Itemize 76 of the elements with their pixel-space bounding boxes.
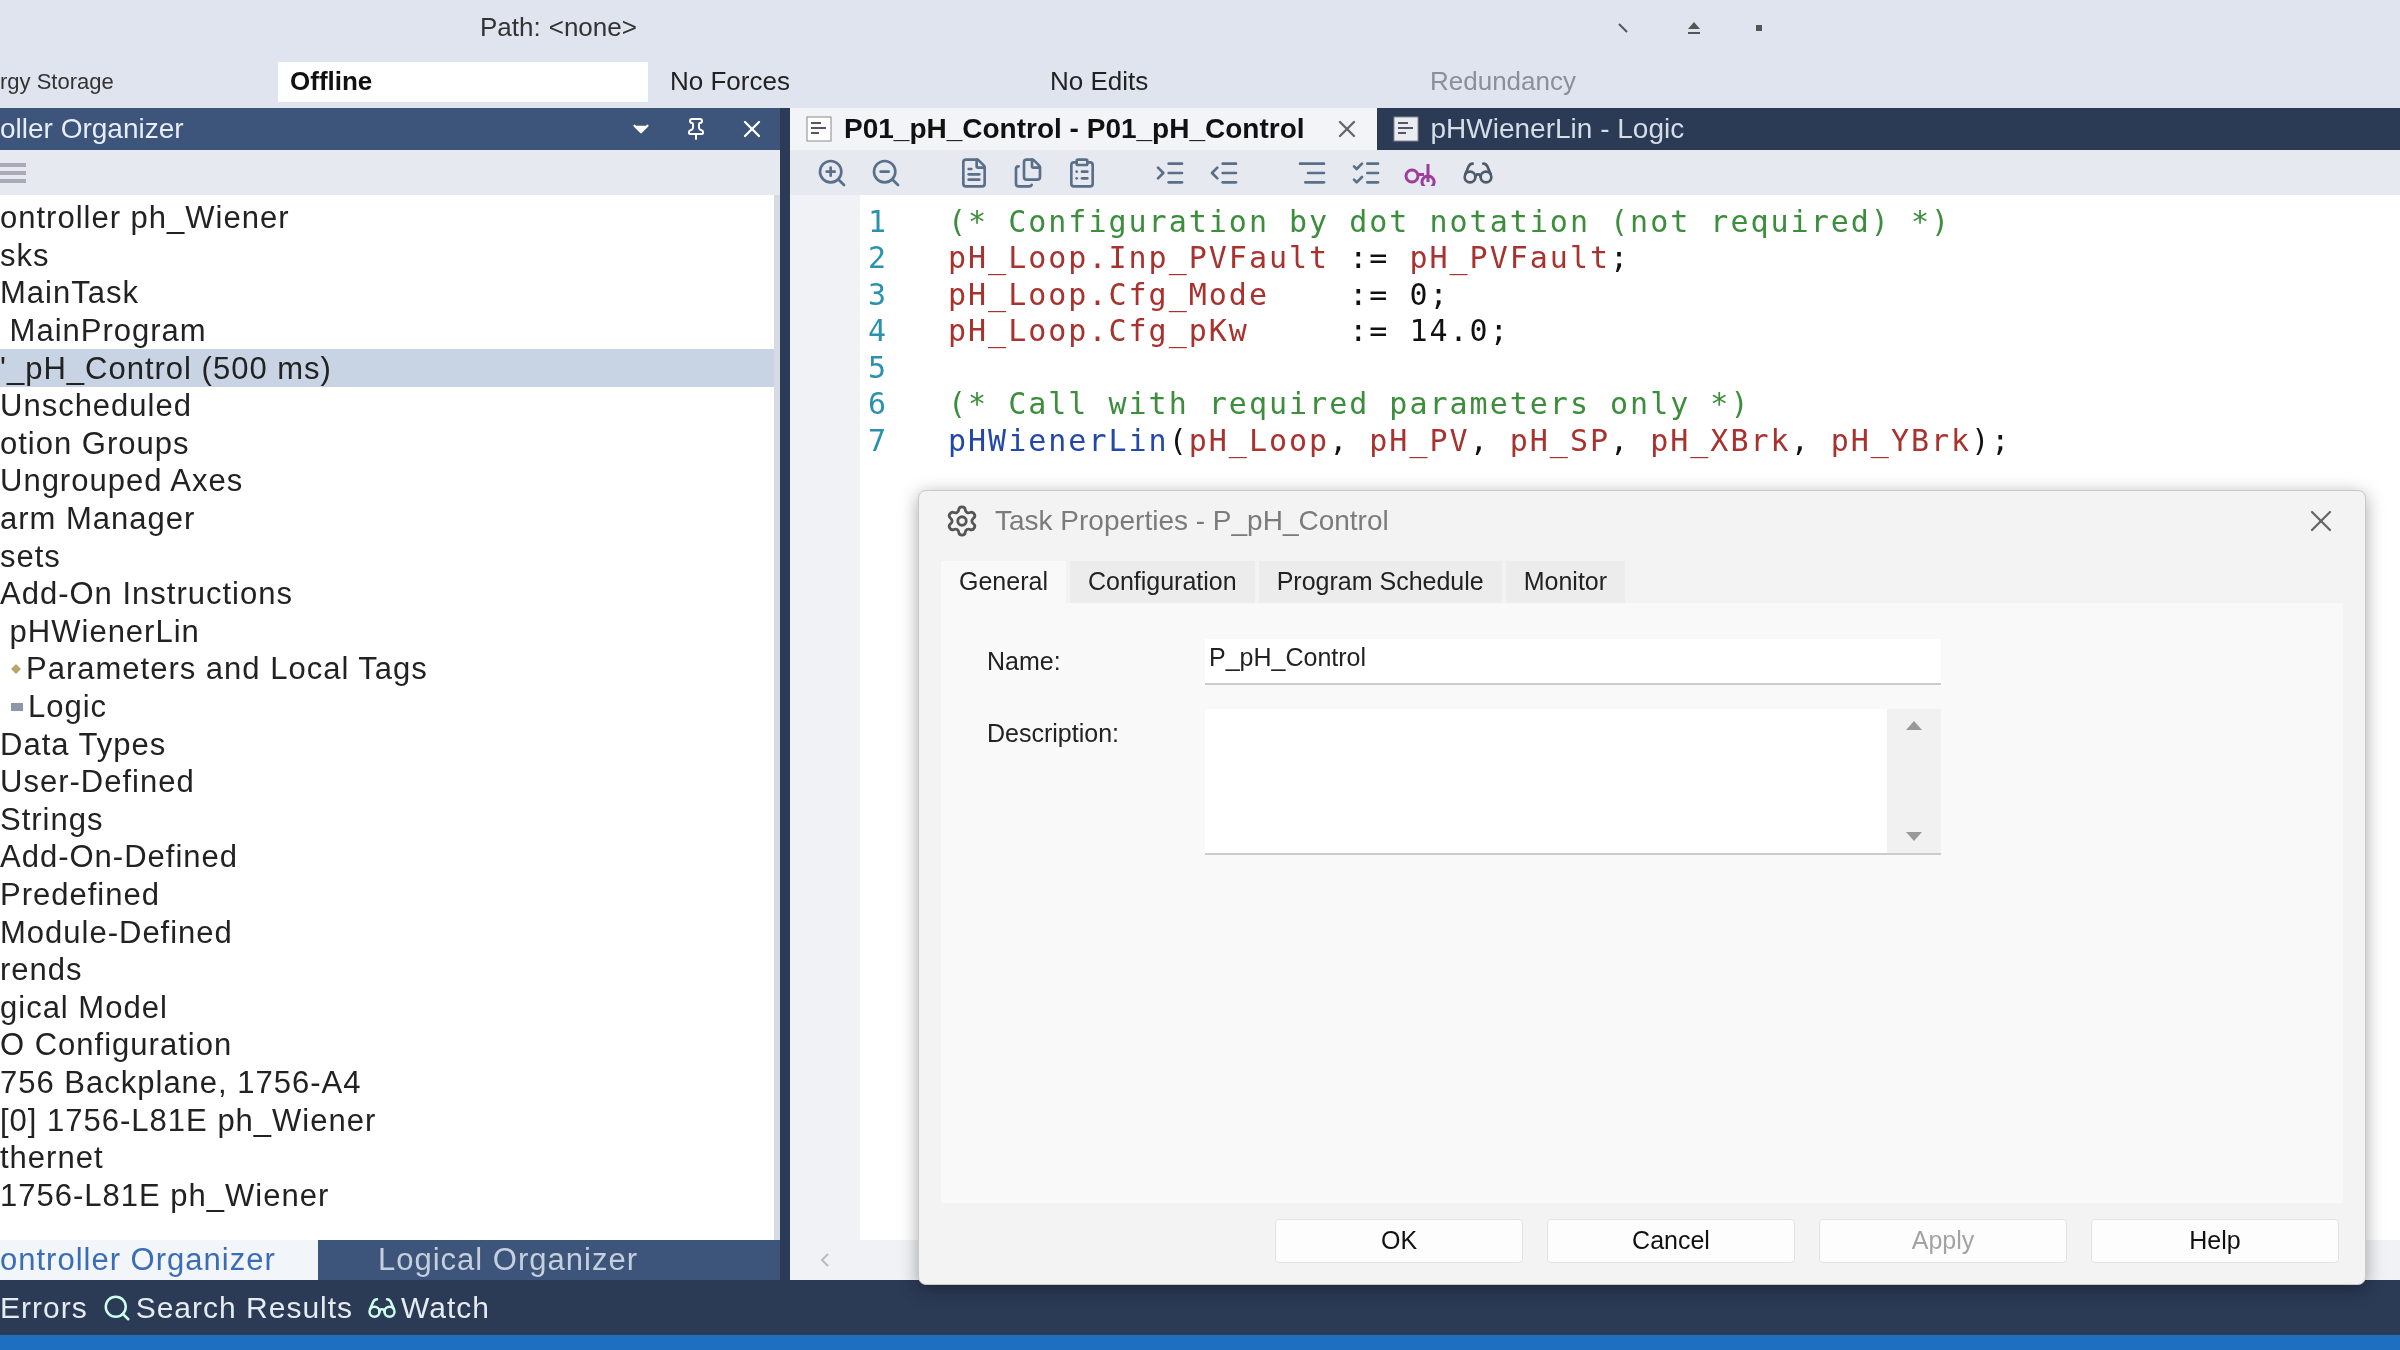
gear-icon	[945, 504, 979, 538]
tree-item[interactable]: sets	[0, 537, 774, 575]
dialog-button[interactable]: Help	[2091, 1219, 2339, 1263]
tree-item[interactable]: Logic	[0, 687, 774, 726]
tree-item[interactable]: Unscheduled	[0, 386, 774, 425]
logic-icon	[10, 700, 24, 713]
code-line: pH_Loop.Inp_PVFault := pH_PVFault;	[948, 239, 1631, 278]
path-value: <none>	[548, 11, 637, 44]
code-line: pH_Loop.Cfg_pKw := 14.0;	[948, 313, 1510, 351]
dialog-button[interactable]: OK	[1275, 1219, 1523, 1263]
tree-item[interactable]: MainTask	[0, 274, 774, 312]
output-tab[interactable]: Errors	[0, 1285, 88, 1330]
organizer-tab[interactable]: ontroller Organizer	[0, 1240, 318, 1280]
dialog-tab[interactable]: Program Schedule	[1258, 561, 1502, 603]
documents-icon[interactable]	[1012, 156, 1044, 189]
field-label: Description:	[987, 718, 1120, 749]
scrollbar[interactable]	[1887, 709, 1941, 853]
dialog-button[interactable]: Cancel	[1547, 1219, 1795, 1263]
tag-icon	[10, 662, 22, 675]
tree-item[interactable]: MainProgram	[0, 311, 774, 350]
editor-tab[interactable]: pHWienerLin - Logic	[1376, 108, 1701, 150]
dialog-title: Task Properties - P_pH_Control	[995, 504, 1390, 538]
tree-item[interactable]: 756 Backplane, 1756-A4	[0, 1063, 774, 1102]
tree-item[interactable]: pHWienerLin	[0, 612, 774, 651]
tree-item[interactable]: Data Types	[0, 725, 774, 763]
tree-item[interactable]: [0] 1756-L81E ph_Wiener	[0, 1101, 774, 1139]
tree-item[interactable]: gical Model	[0, 988, 774, 1027]
tree-item[interactable]: Module-Defined	[0, 913, 774, 951]
code-line: pH_Loop.Cfg_Mode := 0;	[948, 276, 1450, 315]
code-line: (* Call with required parameters only *)	[948, 385, 1751, 424]
tree-item[interactable]: O Configuration	[0, 1026, 774, 1064]
path-label: Path:	[480, 11, 541, 44]
tree-item[interactable]: Ungrouped Axes	[0, 462, 774, 500]
editor-tab[interactable]: P01_pH_Control - P01_pH_Control	[790, 108, 1377, 150]
document-icon	[806, 116, 832, 142]
line-number: 6	[867, 385, 890, 424]
dialog-tab[interactable]: Configuration	[1069, 561, 1255, 603]
line-number: 2	[867, 239, 890, 278]
name-field[interactable]: P_pH_Control	[1205, 639, 1941, 685]
line-number: 7	[867, 421, 890, 460]
project-label: rgy Storage	[0, 68, 115, 96]
document-icon	[1392, 116, 1419, 142]
organizer-tab[interactable]: Logical Organizer	[318, 1240, 654, 1280]
status-field: No Forces	[658, 61, 1028, 102]
status-field: No Edits	[1038, 61, 1408, 102]
scroll-down-icon[interactable]	[1905, 831, 1923, 843]
tree-item[interactable]: arm Manager	[0, 499, 774, 538]
line-number: 1	[867, 202, 890, 241]
tree-item[interactable]: 1756-L81E ph_Wiener	[0, 1176, 774, 1215]
tree-item[interactable]: Parameters and Local Tags	[0, 650, 774, 688]
dialog-tab[interactable]: General	[941, 561, 1066, 603]
line-number: 4	[867, 312, 890, 351]
output-tab[interactable]: Watch	[367, 1285, 490, 1330]
tree-item[interactable]: rends	[0, 950, 774, 989]
tree-item[interactable]: thernet	[0, 1138, 774, 1177]
tree-item[interactable]: sks	[0, 236, 774, 275]
field-label: Name:	[987, 646, 1062, 678]
tree-item[interactable]: Predefined	[0, 875, 774, 914]
tree-item[interactable]: ontroller ph_Wiener	[0, 199, 774, 237]
scroll-up-icon[interactable]	[1905, 719, 1923, 731]
code-line: pHWienerLin(pH_Loop, pH_PV, pH_SP, pH_XBrk, pH_YBrk);	[948, 421, 2012, 461]
output-tab[interactable]: Search Results	[101, 1285, 354, 1330]
tree-item[interactable]: User-Defined	[0, 762, 774, 801]
tree-item[interactable]: otion Groups	[0, 424, 774, 463]
tree-item[interactable]: '_pH_Control (500 ms)	[0, 349, 774, 387]
panel-title: oller Organizer	[0, 112, 185, 146]
tree-item[interactable]: Add-On Instructions	[0, 574, 774, 613]
line-number: 3	[867, 275, 890, 314]
tree-item[interactable]: Add-On-Defined	[0, 838, 774, 876]
line-number: 5	[867, 348, 890, 387]
status-field: Offline	[278, 61, 648, 102]
description-field[interactable]	[1205, 709, 1941, 855]
code-line: (* Configuration by dot notation (not required) *)	[948, 202, 1952, 241]
tree-item[interactable]: Strings	[0, 800, 774, 839]
dialog-tab[interactable]: Monitor	[1505, 561, 1626, 603]
status-field: Redundancy	[1418, 61, 1788, 102]
